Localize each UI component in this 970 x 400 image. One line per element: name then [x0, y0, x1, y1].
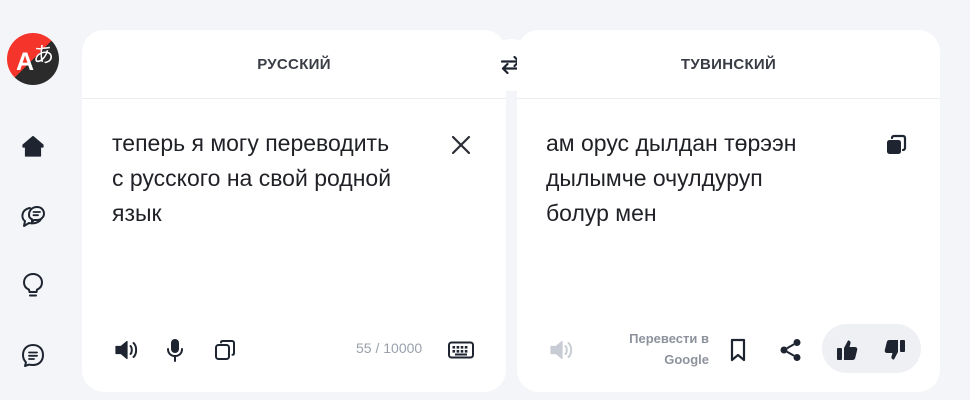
share-icon [780, 339, 801, 361]
app-logo[interactable]: A あ [7, 33, 59, 85]
source-panel: РУССКИЙ теперь я могу переводить с русск… [82, 30, 506, 392]
bulb-icon [23, 273, 43, 297]
bookmark-icon [730, 338, 746, 362]
translation-copy-button[interactable] [879, 128, 913, 162]
source-listen-button[interactable] [110, 333, 144, 367]
translation-listen-button[interactable] [545, 333, 579, 367]
home-icon [22, 135, 44, 157]
share-button[interactable] [774, 333, 808, 367]
target-language-selector[interactable]: ТУВИНСКИЙ [517, 30, 940, 99]
character-counter: 55 / 10000 [356, 340, 423, 356]
voice-input-button[interactable] [158, 333, 192, 367]
keyboard-icon [448, 341, 474, 359]
sidebar-item-dialog[interactable] [18, 201, 48, 231]
virtual-keyboard-button[interactable] [444, 333, 478, 367]
logo-letter-a: A [16, 48, 35, 76]
sidebar-item-home[interactable] [18, 131, 48, 161]
copy-icon [215, 340, 235, 360]
clear-button[interactable] [444, 128, 478, 162]
sidebar-item-documents[interactable] [18, 340, 48, 370]
microphone-icon [167, 339, 183, 362]
like-button[interactable] [830, 333, 864, 367]
speaker-icon [115, 340, 138, 360]
thumbs-up-icon [837, 340, 858, 360]
sidebar-item-ideas[interactable] [18, 270, 48, 300]
bookmark-button[interactable] [721, 333, 755, 367]
sidebar: A あ [0, 0, 70, 400]
speaker-icon [550, 340, 573, 360]
source-text-input[interactable]: теперь я могу переводить с русского на с… [112, 126, 432, 231]
thumbs-down-icon [884, 340, 905, 360]
doc-icon [22, 344, 44, 367]
source-language-selector[interactable]: РУССКИЙ [82, 30, 506, 99]
logo-letter-hiragana: あ [33, 43, 54, 67]
translation-output: ам орус дылдан төрээн дылымче очулдуруп … [546, 130, 797, 226]
chat-bubbles-icon [21, 206, 45, 227]
dislike-button[interactable] [878, 333, 912, 367]
copy-filled-icon [887, 134, 907, 154]
source-copy-button[interactable] [208, 333, 242, 367]
close-icon [451, 135, 471, 155]
target-panel: ТУВИНСКИЙ ам орус дылдан төрээн дылымче … [517, 30, 940, 392]
translate-in-google-link[interactable]: Перевести в Google [613, 328, 709, 370]
